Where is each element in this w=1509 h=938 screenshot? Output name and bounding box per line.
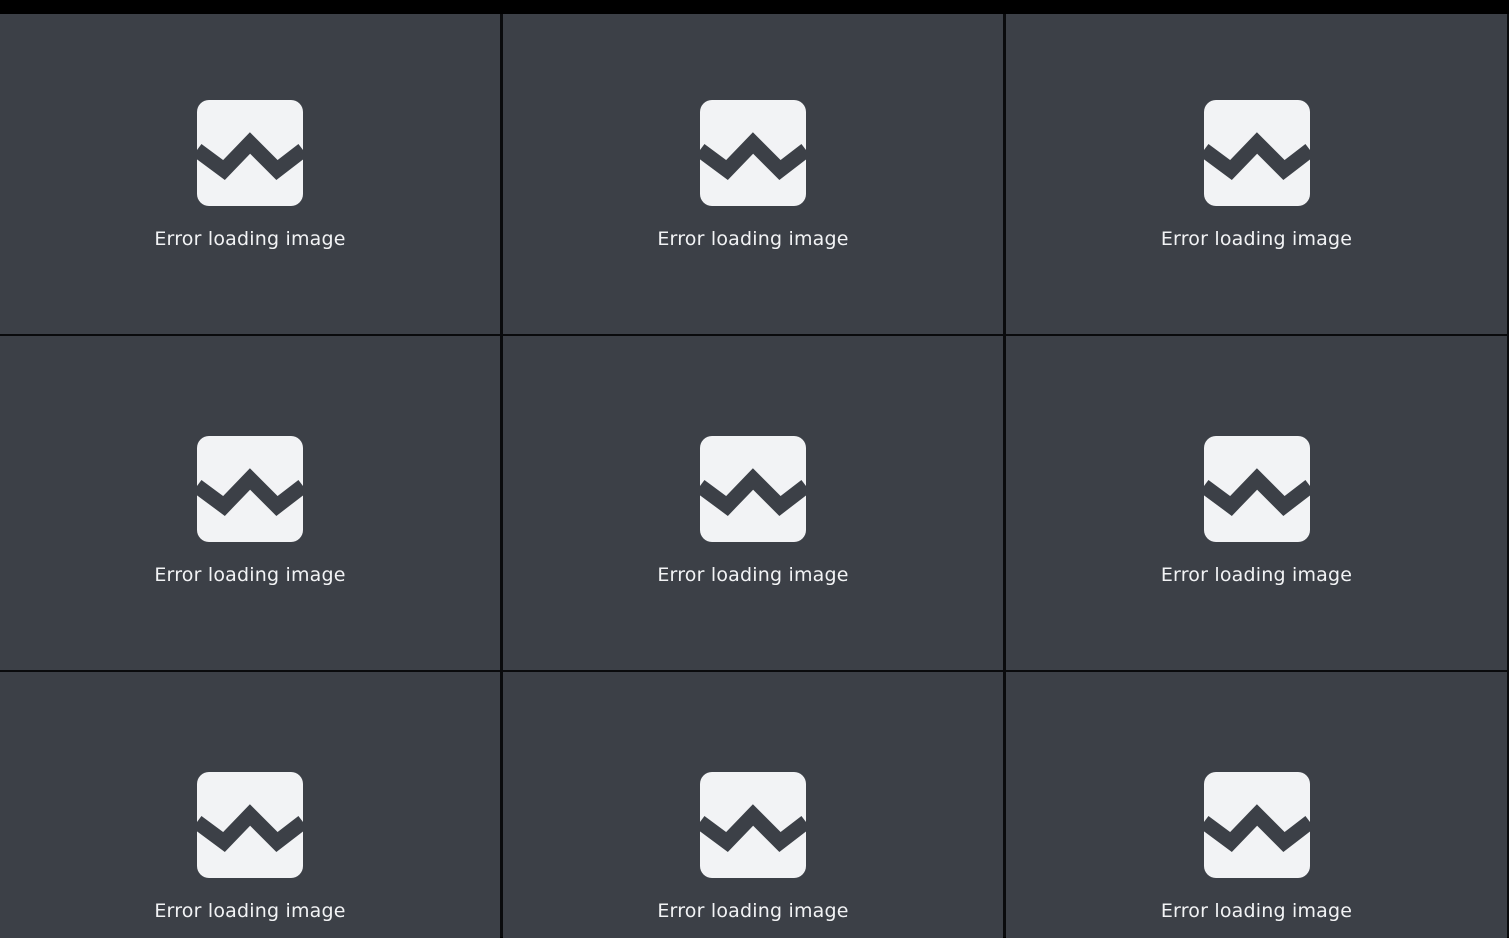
top-bar: [0, 0, 1509, 14]
broken-image-icon: [1203, 436, 1310, 542]
error-message: Error loading image: [657, 564, 849, 586]
error-message: Error loading image: [154, 900, 346, 922]
image-gallery-grid: Error loading image Error loading image …: [0, 14, 1509, 938]
broken-image-icon: [197, 436, 303, 542]
error-message: Error loading image: [1160, 564, 1353, 586]
error-message: Error loading image: [154, 564, 346, 586]
broken-image-icon: [197, 100, 303, 206]
gallery-tile-9[interactable]: Error loading image: [1006, 672, 1507, 938]
broken-image-icon: [700, 772, 806, 878]
gallery-tile-5[interactable]: Error loading image: [503, 336, 1003, 670]
gallery-tile-2[interactable]: Error loading image: [503, 14, 1003, 334]
error-message: Error loading image: [657, 228, 849, 250]
error-message: Error loading image: [154, 228, 346, 250]
broken-image-icon: [1203, 100, 1310, 206]
gallery-tile-1[interactable]: Error loading image: [0, 14, 500, 334]
gallery-tile-4[interactable]: Error loading image: [0, 336, 500, 670]
error-message: Error loading image: [1160, 228, 1353, 250]
gallery-tile-8[interactable]: Error loading image: [503, 672, 1003, 938]
error-message: Error loading image: [1160, 900, 1353, 922]
error-message: Error loading image: [657, 900, 849, 922]
broken-image-icon: [700, 100, 806, 206]
gallery-tile-7[interactable]: Error loading image: [0, 672, 500, 938]
broken-image-icon: [197, 772, 303, 878]
broken-image-icon: [1203, 772, 1310, 878]
gallery-tile-6[interactable]: Error loading image: [1006, 336, 1507, 670]
broken-image-icon: [700, 436, 806, 542]
gallery-tile-3[interactable]: Error loading image: [1006, 14, 1507, 334]
